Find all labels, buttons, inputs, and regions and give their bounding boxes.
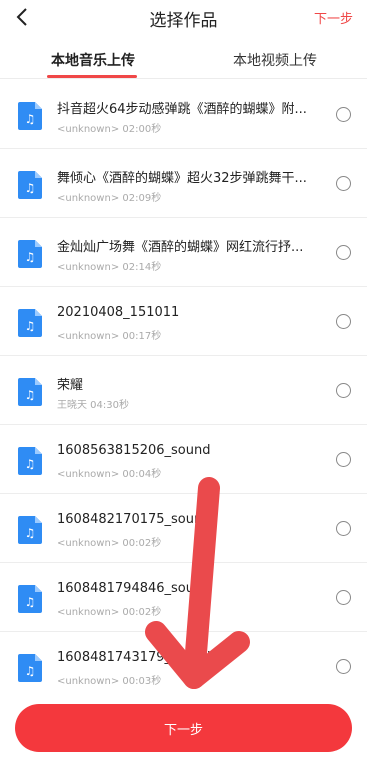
item-subtitle: <unknown> 02:00秒 (57, 124, 162, 135)
item-title: 金灿灿广场舞《酒醉的蝴蝶》网红流行抒... (57, 240, 304, 255)
list-item[interactable]: ♫ 1608481743179_sound <unknown> 00:03秒 (0, 632, 367, 700)
radio-unchecked-icon[interactable] (336, 314, 351, 329)
list-item[interactable]: ♫ 1608481794846_sound <unknown> 00:02秒 (0, 563, 367, 632)
next-step-link[interactable]: 下一步 (314, 8, 353, 27)
music-file-icon: ♫ (18, 585, 42, 613)
svg-text:♫: ♫ (25, 319, 36, 333)
list-item[interactable]: ♫ 荣耀 王晓天 04:30秒 (0, 356, 367, 425)
tab-local-video[interactable]: 本地视频上传 (233, 50, 317, 70)
svg-text:♫: ♫ (25, 457, 36, 471)
svg-text:♫: ♫ (25, 664, 36, 678)
music-file-icon: ♫ (18, 102, 42, 130)
item-title: 1608481743179_sound (57, 650, 211, 665)
svg-text:♫: ♫ (25, 250, 36, 264)
music-file-icon: ♫ (18, 240, 42, 268)
item-subtitle: 王晓天 04:30秒 (57, 400, 129, 411)
item-title: 荣耀 (57, 378, 84, 393)
music-file-icon: ♫ (18, 654, 42, 682)
music-file-icon: ♫ (18, 447, 42, 475)
item-subtitle: <unknown> 00:02秒 (57, 538, 162, 549)
item-title: 20210408_151011 (57, 305, 180, 320)
item-title: 1608563815206_sound (57, 443, 211, 458)
active-tab-indicator (47, 75, 137, 78)
page-title: 选择作品 (149, 11, 218, 31)
item-title: 舞倾心《酒醉的蝴蝶》超火32步弹跳舞干... (57, 171, 307, 186)
svg-text:♫: ♫ (25, 526, 36, 540)
svg-text:♫: ♫ (25, 388, 36, 402)
music-file-icon: ♫ (18, 171, 42, 199)
item-subtitle: <unknown> 00:03秒 (57, 676, 162, 687)
radio-unchecked-icon[interactable] (336, 107, 351, 122)
music-file-icon: ♫ (18, 378, 42, 406)
item-title: 1608482170175_sound (57, 512, 211, 527)
next-step-button[interactable]: 下一步 (15, 704, 352, 752)
radio-unchecked-icon[interactable] (336, 383, 351, 398)
svg-text:♫: ♫ (25, 112, 36, 126)
music-file-icon: ♫ (18, 309, 42, 337)
list-item[interactable]: ♫ 20210408_151011 <unknown> 00:17秒 (0, 287, 367, 356)
list-item[interactable]: ♫ 舞倾心《酒醉的蝴蝶》超火32步弹跳舞干... <unknown> 02:09… (0, 149, 367, 218)
item-title: 1608481794846_sound (57, 581, 211, 596)
list-item[interactable]: ♫ 1608482170175_sound <unknown> 00:02秒 (0, 494, 367, 563)
item-title: 抖音超火64步动感弹跳《酒醉的蝴蝶》附... (57, 102, 307, 117)
tab-local-music[interactable]: 本地音乐上传 (51, 50, 135, 70)
list-item[interactable]: ♫ 1608563815206_sound <unknown> 00:04秒 (0, 425, 367, 494)
item-subtitle: <unknown> 00:02秒 (57, 607, 162, 618)
radio-unchecked-icon[interactable] (336, 590, 351, 605)
radio-unchecked-icon[interactable] (336, 452, 351, 467)
list-item[interactable]: ♫ 金灿灿广场舞《酒醉的蝴蝶》网红流行抒... <unknown> 02:14秒 (0, 218, 367, 287)
item-subtitle: <unknown> 02:14秒 (57, 262, 162, 273)
header: 选择作品 下一步 (0, 0, 367, 36)
list-item[interactable]: ♫ 抖音超火64步动感弹跳《酒醉的蝴蝶》附... <unknown> 02:00… (0, 80, 367, 149)
item-subtitle: <unknown> 00:04秒 (57, 469, 162, 480)
svg-text:♫: ♫ (25, 181, 36, 195)
radio-unchecked-icon[interactable] (336, 245, 351, 260)
item-subtitle: <unknown> 00:17秒 (57, 331, 162, 342)
item-subtitle: <unknown> 02:09秒 (57, 193, 162, 204)
tab-bar: 本地音乐上传 本地视频上传 (0, 40, 367, 79)
radio-unchecked-icon[interactable] (336, 659, 351, 674)
radio-unchecked-icon[interactable] (336, 521, 351, 536)
svg-text:♫: ♫ (25, 595, 36, 609)
radio-unchecked-icon[interactable] (336, 176, 351, 191)
music-file-icon: ♫ (18, 516, 42, 544)
